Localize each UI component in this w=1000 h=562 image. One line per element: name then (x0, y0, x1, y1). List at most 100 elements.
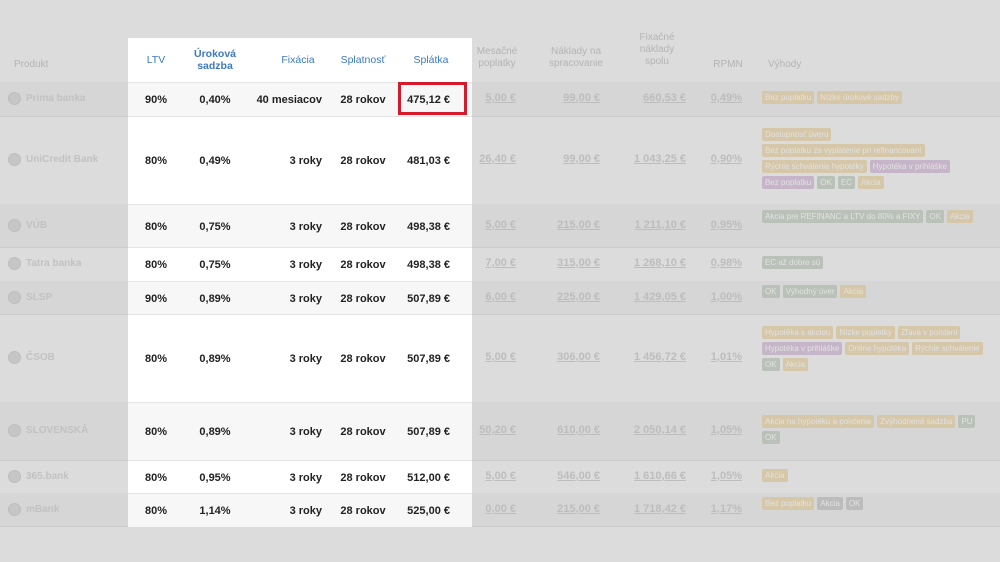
interest-rate-value: 0,95% (199, 471, 231, 484)
benefit-tag: Nízke poplatky (836, 326, 895, 339)
benefit-tag: Bez poplatku za vyplatenie pri refinanco… (762, 144, 925, 157)
rpmn-value: 1,00% (710, 291, 742, 303)
maturity-value: 28 rokov (340, 426, 386, 438)
header-interest-rate: Úroková sadzba (186, 38, 244, 82)
payment-value: 498,38 € (407, 259, 450, 271)
ltv-value: 80% (144, 155, 168, 167)
benefit-tag: Rýchle schválenie hypotéky (762, 160, 867, 173)
bank-logo: VÚB (26, 220, 48, 231)
payment-value: 507,89 € (407, 353, 450, 365)
bank-logo: UniCredit Bank (26, 154, 99, 165)
benefit-tags: Akcia (762, 469, 992, 482)
row-select-radio[interactable] (8, 503, 21, 516)
benefit-tag: OK (762, 285, 780, 298)
header-rpmn: RPMN (713, 59, 743, 70)
benefit-tag: Akcia (857, 176, 884, 189)
table-row[interactable]: 80% 1,14% 3 roky 28 rokov 525,00 € (128, 493, 472, 527)
rpmn-value: 0,95% (710, 219, 742, 231)
total-fixed-value: 1 429,05 € (634, 291, 686, 303)
ltv-value: 80% (144, 504, 168, 517)
total-fixed-value: 1 610,66 € (634, 470, 686, 482)
benefit-tag: Akcia (947, 210, 973, 223)
benefit-tag: OK (845, 497, 864, 510)
header-processing-fee: Náklady na spracovanie (549, 46, 603, 69)
row-select-radio[interactable] (8, 291, 21, 304)
bank-logo: SLOVENSKÁ (26, 425, 89, 436)
row-select-radio[interactable] (8, 257, 21, 270)
interest-rate-value: 0,75% (199, 220, 231, 233)
fixation-value: 40 mesiacov (256, 94, 322, 106)
payment-value: 525,00 € (407, 504, 450, 517)
benefit-tags: Bez poplatku Akcia OK (762, 497, 992, 510)
total-fixed-value: 2 050,14 € (634, 424, 686, 436)
benefit-tag: Bez poplatku (762, 497, 815, 510)
processing-fee-value: 306,00 € (557, 351, 600, 363)
maturity-value: 28 rokov (340, 353, 386, 365)
maturity-value: 28 rokov (340, 94, 386, 106)
payment-value: 481,03 € (407, 155, 450, 167)
maturity-value: 28 rokov (340, 220, 386, 233)
row-select-radio[interactable] (8, 470, 21, 483)
processing-fee-value: 315,00 € (557, 257, 600, 269)
table-row[interactable]: 80% 0,89% 3 roky 28 rokov 507,89 € (128, 402, 472, 461)
bank-logo: mBank (26, 504, 60, 515)
maturity-value: 28 rokov (340, 292, 386, 305)
monthly-costs-value: 7,00 € (485, 257, 516, 269)
monthly-costs-value: 5,00 € (485, 470, 516, 482)
benefit-tag: Bez poplatku (762, 91, 815, 104)
benefit-tag: Nízke úrokové sadzby (817, 91, 902, 104)
row-select-radio[interactable] (8, 424, 21, 437)
fixation-value: 3 roky (289, 353, 322, 365)
rpmn-value: 0,49% (710, 92, 742, 104)
table-row[interactable]: 90% 0,89% 3 roky 28 rokov 507,89 € (128, 281, 472, 315)
benefit-tags: Hypotéka s akciou Nízke poplatky Zľava v p… (762, 326, 992, 371)
row-select-radio[interactable] (8, 153, 21, 166)
interest-rate-value: 0,75% (199, 259, 231, 271)
header-rate-line1: Úroková (193, 48, 236, 60)
table-row[interactable]: 80% 0,95% 3 roky 28 rokov 512,00 € (128, 460, 472, 494)
maturity-value: 28 rokov (340, 155, 386, 167)
benefit-tag: EC (837, 176, 855, 189)
benefit-tag: OK (817, 176, 835, 189)
fixation-value: 3 roky (289, 471, 322, 484)
header-rate-line2: sadzba (197, 60, 233, 72)
benefit-tag: Akcia (817, 497, 843, 510)
benefit-tag: Bez poplatku (762, 176, 815, 189)
table-row[interactable]: 80% 0,75% 3 roky 28 rokov 498,38 € (128, 247, 472, 282)
benefit-tag: Akcia (840, 285, 867, 298)
header-monthly-costs: Mesačné poplatky (476, 46, 518, 69)
header-maturity: Splatnosť (340, 54, 386, 66)
ltv-value: 80% (144, 259, 168, 271)
table-row[interactable]: 80% 0,49% 3 roky 28 rokov 481,03 € (128, 116, 472, 205)
bank-logo: 365.bank (26, 471, 69, 482)
interest-rate-value: 0,89% (199, 292, 231, 305)
bank-logo: Prima banka (26, 93, 86, 104)
benefit-tag: Akcia (762, 469, 788, 482)
benefit-tag: Akcia na hypotéku a poistenie (762, 415, 875, 428)
fixation-value: 3 roky (289, 426, 322, 438)
processing-fee-value: 215,00 € (557, 503, 600, 515)
processing-fee-value: 99,00 € (563, 153, 600, 165)
ltv-value: 90% (144, 292, 168, 305)
table-row[interactable]: 80% 0,89% 3 roky 28 rokov 507,89 € (128, 314, 472, 403)
rpmn-value: 0,98% (710, 257, 742, 269)
row-select-radio[interactable] (8, 92, 21, 105)
interest-rate-value: 0,89% (199, 353, 231, 365)
processing-fee-value: 99,00 € (563, 92, 600, 104)
benefit-tag: Rýchle schválenie (912, 342, 983, 355)
monthly-costs-value: 50,20 € (479, 424, 516, 436)
benefit-tag: Hypotéka s akciou (762, 326, 834, 339)
payment-value: 507,89 € (407, 292, 450, 305)
total-fixed-value: 1 456,72 € (634, 351, 686, 363)
processing-fee-value: 610,00 € (557, 424, 600, 436)
table-row[interactable]: 80% 0,75% 3 roky 28 rokov 498,38 € (128, 204, 472, 248)
header-total-fixed: Fixačné náklady spolu (639, 32, 675, 67)
ltv-value: 90% (144, 94, 168, 106)
header-payment: Splátka (413, 54, 449, 66)
row-select-radio[interactable] (8, 351, 21, 364)
row-select-radio[interactable] (8, 219, 21, 232)
maturity-value: 28 rokov (340, 471, 386, 484)
monthly-costs-value: 6,00 € (485, 291, 516, 303)
benefit-tag: EC až dobre sú (762, 256, 824, 269)
monthly-costs-value: 0,00 € (485, 503, 516, 515)
